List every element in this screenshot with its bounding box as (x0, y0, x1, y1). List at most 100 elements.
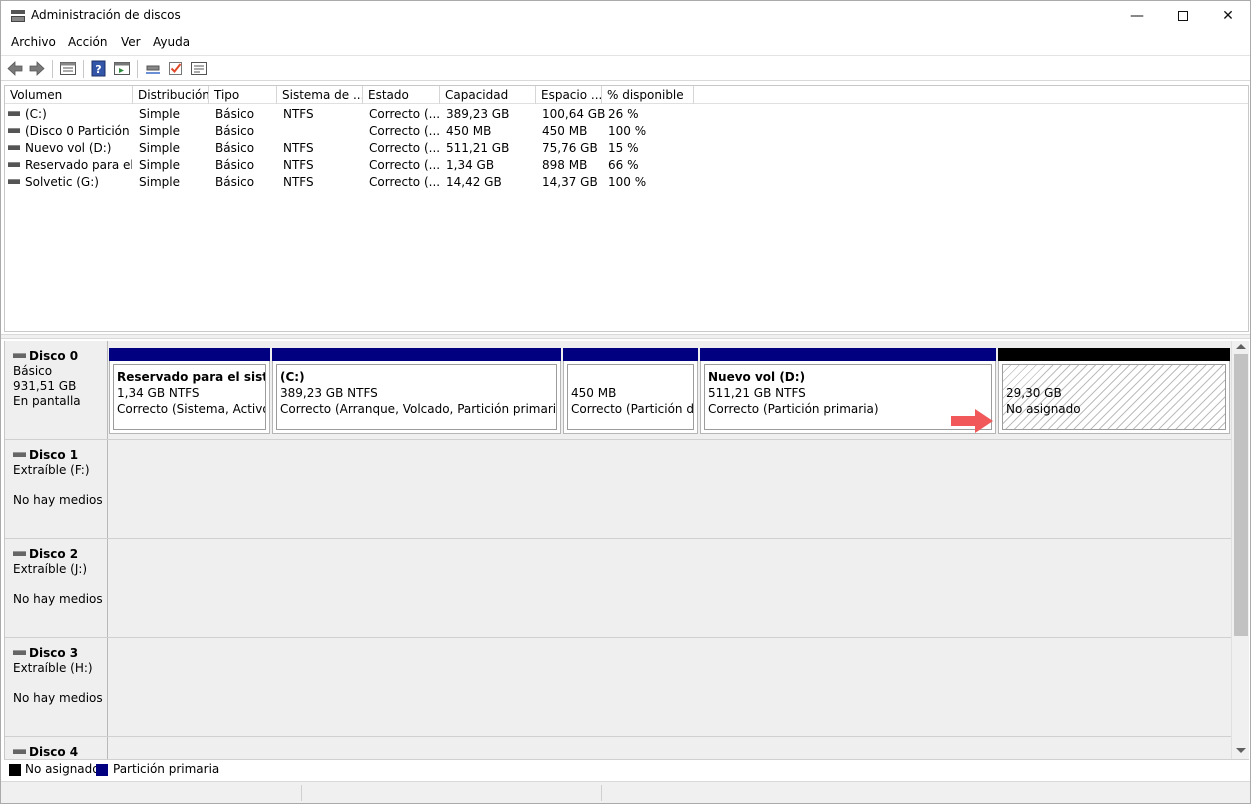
volume-icon (8, 145, 20, 150)
partition-unallocated[interactable]: 29,30 GB No asignado (998, 348, 1230, 434)
partition-size: 29,30 GB (1006, 386, 1062, 400)
disk-info-disco-0[interactable]: Disco 0 Básico 931,51 GB En pantalla (5, 341, 108, 439)
legend-unallocated-label: No asignado (25, 762, 100, 776)
disk-size (13, 478, 107, 493)
scroll-up-arrow-icon[interactable] (1236, 344, 1246, 349)
cell-distribucion: Simple (139, 141, 180, 155)
disk-row-disco-0: Disco 0 Básico 931,51 GB En pantalla Res… (5, 341, 1231, 440)
column-header-estado[interactable]: Estado (363, 86, 440, 104)
column-header-distribucion[interactable]: Distribución (133, 86, 209, 104)
disk-icon (13, 352, 26, 358)
disk-type: Extraíble (F:) (13, 463, 90, 477)
back-arrow-icon[interactable] (6, 60, 24, 77)
cell-distribucion: Simple (139, 158, 180, 172)
cell-volumen: Reservado para el ... (8, 157, 132, 174)
volume-icon (8, 111, 20, 116)
volume-icon (8, 128, 20, 133)
disk-info-disco-4[interactable]: Disco 4 (5, 737, 108, 759)
partition-size: 511,21 GB NTFS (708, 386, 806, 400)
window-title: Administración de discos (31, 8, 181, 22)
disk-graphical-view: Disco 0 Básico 931,51 GB En pantalla Res… (4, 341, 1231, 759)
cell-disponible: 100 % (608, 175, 647, 189)
toolbar-separator (52, 60, 53, 78)
partition-recovery[interactable]: 450 MB Correcto (Partición de r (563, 348, 698, 434)
cell-sistema: NTFS (283, 141, 314, 155)
table-row[interactable]: Reservado para el ... Simple Básico NTFS… (5, 157, 1248, 174)
disk-partitions-disco-2 (109, 539, 1231, 637)
cell-tipo: Básico (215, 158, 255, 172)
partition-stripe (109, 348, 270, 361)
menu-ayuda[interactable]: Ayuda (153, 35, 190, 49)
disk-info-disco-2[interactable]: Disco 2 Extraíble (J:) No hay medios (5, 539, 108, 637)
disk-name: Disco 1 (29, 448, 79, 462)
cell-volumen: (Disco 0 Partición 3) (8, 123, 132, 140)
scroll-down-arrow-icon[interactable] (1236, 748, 1246, 753)
partition-body: (C:) 389,23 GB NTFS Correcto (Arranque, … (276, 364, 557, 430)
disk-type: Extraíble (H:) (13, 661, 93, 675)
disk-partitions-disco-3 (109, 638, 1231, 736)
column-header-sistema[interactable]: Sistema de ... (277, 86, 363, 104)
cell-volumen: (C:) (8, 106, 132, 123)
legend-primary-swatch (96, 764, 108, 776)
forward-arrow-icon[interactable] (28, 60, 46, 77)
disk-name: Disco 4 (29, 745, 79, 759)
menu-archivo[interactable]: Archivo (11, 35, 56, 49)
vertical-scrollbar[interactable] (1231, 341, 1249, 759)
menu-bar: Archivo Acción Ver Ayuda (1, 33, 1250, 53)
table-row[interactable]: Solvetic (G:) Simple Básico NTFS Correct… (5, 174, 1248, 191)
partition-c[interactable]: (C:) 389,23 GB NTFS Correcto (Arranque, … (272, 348, 561, 434)
cell-sistema: NTFS (283, 158, 314, 172)
status-bar (1, 781, 1250, 803)
column-header-capacidad[interactable]: Capacidad (440, 86, 536, 104)
properties-icon[interactable] (113, 60, 131, 77)
disk-info-disco-1[interactable]: Disco 1 Extraíble (F:) No hay medios (5, 440, 108, 538)
table-row[interactable]: (C:) Simple Básico NTFS Correcto (... 38… (5, 106, 1248, 123)
disk-info-disco-3[interactable]: Disco 3 Extraíble (H:) No hay medios (5, 638, 108, 736)
column-header-tipo[interactable]: Tipo (209, 86, 277, 104)
column-header-espacio[interactable]: Espacio ... (536, 86, 602, 104)
cell-disponible: 15 % (608, 141, 639, 155)
disk-type: Extraíble (J:) (13, 562, 88, 576)
status-panel (601, 785, 602, 801)
disk-row-disco-2: Disco 2 Extraíble (J:) No hay medios (5, 539, 1231, 638)
partition-reservado[interactable]: Reservado para el sistema 1,34 GB NTFS C… (109, 348, 270, 434)
cell-estado: Correcto (... (369, 107, 441, 121)
partition-status: Correcto (Sistema, Activo, P (117, 402, 265, 416)
partition-stripe (998, 348, 1230, 361)
column-header-disponible[interactable]: % disponible (602, 86, 694, 104)
minimize-button[interactable]: — (1114, 1, 1160, 31)
scrollbar-thumb[interactable] (1234, 354, 1248, 636)
partition-title: (C:) (280, 370, 305, 384)
column-header-volumen[interactable]: Volumen (5, 86, 133, 104)
list-view-icon[interactable] (59, 60, 77, 77)
volume-icon (8, 162, 20, 167)
partition-title (1006, 369, 1225, 385)
cell-tipo: Básico (215, 124, 255, 138)
close-button[interactable]: ✕ (1205, 1, 1250, 31)
legend-unallocated-swatch (9, 764, 21, 776)
partition-status: Correcto (Arranque, Volcado, Partición p… (280, 402, 557, 416)
disk-name: Disco 2 (29, 547, 79, 561)
cell-espacio: 75,76 GB (542, 141, 598, 155)
table-row[interactable]: (Disco 0 Partición 3) Simple Básico Corr… (5, 123, 1248, 140)
legend: No asignado Partición primaria (4, 759, 1249, 779)
connect-icon[interactable] (144, 60, 162, 77)
help-icon[interactable]: ? (90, 60, 108, 77)
cell-capacidad: 511,21 GB (446, 141, 510, 155)
maximize-button[interactable] (1160, 1, 1206, 31)
check-icon[interactable] (167, 60, 185, 77)
pane-splitter[interactable] (1, 334, 1250, 339)
cell-disponible: 100 % (608, 124, 647, 138)
cell-capacidad: 14,42 GB (446, 175, 502, 189)
partition-status: No asignado (1006, 402, 1081, 416)
partition-stripe (700, 348, 996, 361)
menu-accion[interactable]: Acción (68, 35, 107, 49)
cell-disponible: 26 % (608, 107, 639, 121)
table-row[interactable]: Nuevo vol (D:) Simple Básico NTFS Correc… (5, 140, 1248, 157)
settings-panel-icon[interactable] (190, 60, 208, 77)
cell-espacio: 450 MB (542, 124, 588, 138)
partition-body: Reservado para el sistema 1,34 GB NTFS C… (113, 364, 266, 430)
menu-ver[interactable]: Ver (121, 35, 141, 49)
partition-size: 1,34 GB NTFS (117, 386, 200, 400)
cell-estado: Correcto (... (369, 158, 441, 172)
